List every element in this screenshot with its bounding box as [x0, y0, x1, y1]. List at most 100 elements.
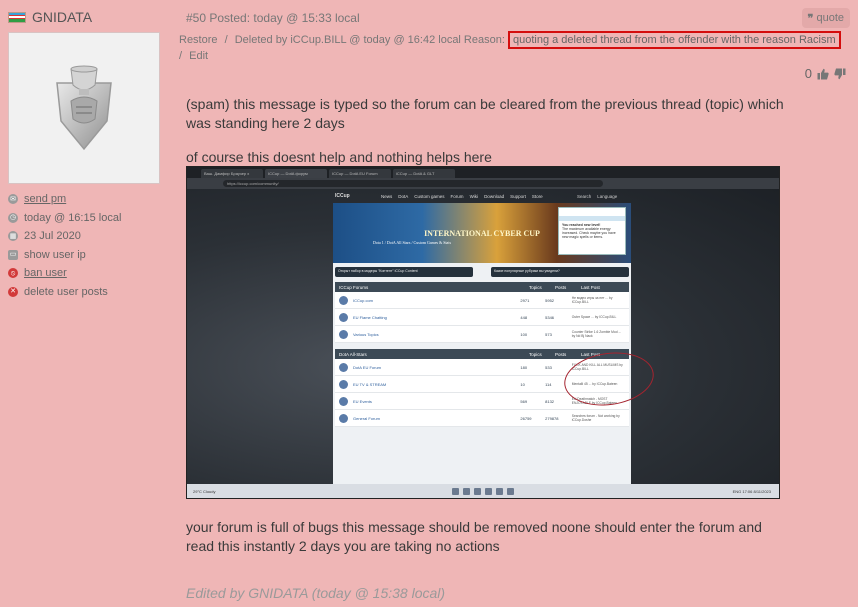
folder-icon — [474, 487, 481, 495]
avatar — [8, 32, 160, 184]
forum-topics: 2971 — [520, 297, 530, 303]
thumbs-up-icon[interactable] — [817, 68, 829, 80]
forum-row: General Forum 26759 279878 Searches foru… — [335, 410, 629, 427]
browser-url-bar: https://iccup.com/community/ — [187, 178, 779, 189]
restore-link[interactable]: Restore — [179, 34, 218, 46]
forum-icon — [339, 362, 348, 372]
monitor-icon: ▭ — [8, 249, 18, 260]
site-menu-item: Store — [531, 193, 543, 199]
forum-name: ICCup.com — [353, 297, 374, 303]
forum-name: General Forum — [353, 415, 380, 421]
forum-topics: 26759 — [520, 415, 532, 421]
delete-user-posts-label[interactable]: delete user posts — [24, 286, 108, 298]
calendar-icon: ▦ — [8, 231, 18, 242]
forum-row: Various Topics 100 573 Counter Strike 1.… — [335, 326, 629, 343]
forum-name: EU Events — [353, 398, 372, 404]
forum-last-post: Не видно игры за нет ... by ICCup.BILL — [571, 296, 613, 304]
column-last-post: Last Post — [581, 285, 600, 290]
ban-icon: ⦸ — [8, 268, 18, 279]
thumbs-down-icon[interactable] — [834, 68, 846, 80]
announcement: Какие популярные рубрики вы увидели? — [491, 267, 629, 277]
edit-link[interactable]: Edit — [189, 50, 208, 62]
site-menu-item: Custom games — [414, 193, 445, 199]
forum-topics: 10 — [520, 381, 525, 387]
site-logo: ICCup — [335, 193, 350, 199]
windows-start-icon — [452, 487, 459, 495]
section-header: ICCup Forums Topics Posts Last Post — [335, 282, 629, 292]
forum-topics: 569 — [520, 398, 528, 404]
envelope-icon: ✉ — [8, 194, 18, 205]
ban-user-label[interactable]: ban user — [24, 267, 67, 279]
site-menu-item: News — [381, 193, 393, 199]
notice-text: The maximum available energy increased. … — [562, 227, 616, 239]
section-title: ICCup Forums — [339, 285, 369, 290]
browser-tab: iCCup — DotA & GLT — [393, 169, 455, 178]
forum-icon — [339, 396, 348, 406]
separator: / — [179, 50, 183, 62]
search-icon — [463, 487, 470, 495]
post-paragraph: (spam) this message is typed so the foru… — [186, 96, 784, 131]
site-menu-item: DotA — [398, 193, 409, 199]
send-pm-label[interactable]: send pm — [24, 193, 66, 205]
forum-posts: 533 — [545, 364, 552, 370]
uzbekistan-flag-icon — [8, 11, 26, 23]
vote-score: 0 — [804, 66, 812, 81]
column-topics: Topics — [529, 285, 542, 290]
show-user-ip-label[interactable]: show user ip — [24, 249, 86, 261]
browser-tabs: Ваш. Дамфир Браузер х ICCup — DotA форум… — [187, 167, 779, 178]
forum-topics: 180 — [520, 364, 528, 370]
announcement: Открыт набор в модеры "Контент" iCCup Co… — [335, 267, 473, 277]
quote-icon: ❞ — [807, 12, 814, 25]
forum-last-post: Outer Space ... by ICCup.BILL — [571, 315, 617, 319]
user-panel: GNIDATA ✉ send pm ◷ today @ 16:15 local … — [8, 8, 163, 301]
forum-topics: 100 — [520, 331, 528, 337]
level-notice: You reached new level! The maximum avail… — [558, 207, 626, 255]
banner-title: INTERNATIONAL CYBER CUP — [424, 228, 540, 238]
banner-subtitle: Dota 1 / DotA All Stars / Custom Games &… — [373, 240, 452, 245]
registered-date: ▦ 23 Jul 2020 — [8, 227, 163, 246]
chrome-icon — [496, 487, 503, 495]
edited-note: Edited by GNIDATA (today @ 15:38 local) — [186, 585, 446, 601]
forum-posts: 279878 — [545, 415, 559, 421]
ban-user-link[interactable]: ⦸ ban user — [8, 264, 163, 283]
deletion-reason: quoting a deleted thread from the offend… — [507, 31, 841, 49]
site-nav: ICCup News DotA Custom games Forum Wiki … — [187, 189, 779, 203]
forum-posts: 5346 — [545, 314, 555, 320]
section-title: DotA All-Stars — [339, 352, 367, 357]
delete-user-posts-link[interactable]: ✕ delete user posts — [8, 283, 163, 302]
post-paragraph: your forum is full of bugs this message … — [186, 519, 762, 554]
quote-button[interactable]: ❞ quote — [801, 8, 850, 28]
column-posts: Posts — [555, 352, 567, 357]
forum-posts: 573 — [545, 331, 552, 337]
forum-row: ICCup.com 2971 5952 Не видно игры за нет… — [335, 292, 629, 309]
send-pm-link[interactable]: ✉ send pm — [8, 190, 163, 209]
browser-icon — [485, 487, 492, 495]
forum-name: EU TV & STREAM — [353, 381, 387, 387]
forum-topics: 448 — [520, 314, 528, 320]
show-user-ip-link[interactable]: ▭ show user ip — [8, 246, 163, 265]
site-menu-item: Download — [484, 193, 505, 199]
post-votes: 0 — [805, 66, 846, 81]
username[interactable]: GNIDATA — [32, 9, 92, 25]
browser-tab: ICCup — DotA EU Forum — [329, 169, 391, 178]
site-menu: News DotA Custom games Forum Wiki Downlo… — [381, 194, 543, 199]
forum-page: INTERNATIONAL CYBER CUP Dota 1 / DotA Al… — [333, 203, 631, 484]
post-paragraph: of course this doesnt help and nothing h… — [186, 149, 492, 165]
system-tray: ENG 17:06 8/11/2023 — [732, 488, 771, 494]
forum-posts: 8132 — [545, 398, 555, 404]
forum-posts: 5952 — [545, 297, 555, 303]
column-topics: Topics — [529, 352, 542, 357]
forum-icon — [339, 413, 348, 423]
site-menu-item: Forum — [450, 193, 464, 199]
forum-icon — [339, 379, 348, 389]
column-posts: Posts — [555, 285, 567, 290]
site-search: Search — [577, 193, 592, 199]
weather-widget: 29°C Cloudy — [193, 488, 216, 494]
browser-tab: Ваш. Дамфир Браузер х — [201, 169, 263, 178]
forum-last-post: Counter Strike 1.6 Zombie Mod ... by Nd … — [571, 330, 622, 338]
forum-icon — [339, 312, 348, 322]
attached-screenshot[interactable]: Ваш. Дамфир Браузер х ICCup — DotA форум… — [186, 166, 780, 499]
clock-icon: ◷ — [8, 212, 18, 223]
last-seen: ◷ today @ 16:15 local — [8, 209, 163, 228]
post-moderation-bar: Restore / Deleted by iCCup.BILL @ today … — [179, 31, 849, 64]
